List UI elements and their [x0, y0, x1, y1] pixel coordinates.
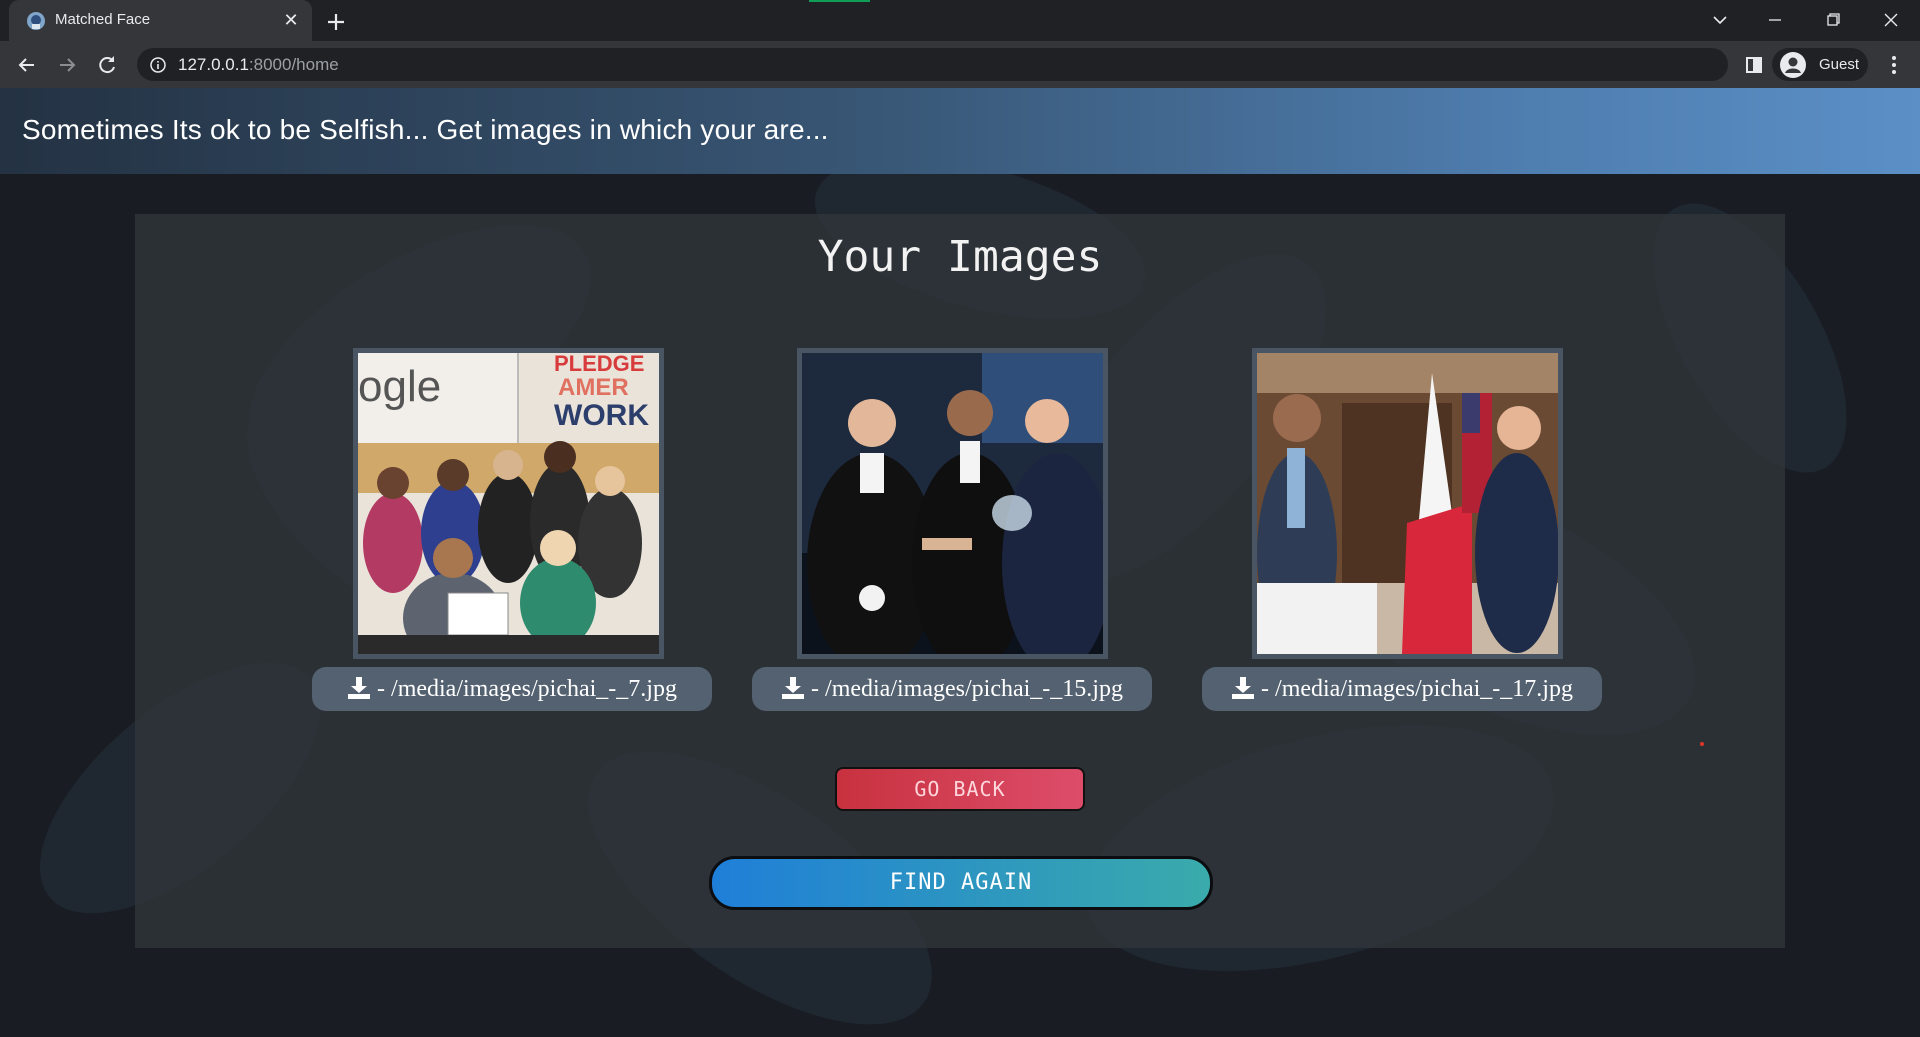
matched-photo[interactable] [797, 348, 1108, 659]
arrow-left-icon[interactable] [13, 51, 41, 79]
matched-photo[interactable] [1252, 348, 1563, 659]
site-header: Sometimes Its ok to be Selfish... Get im… [0, 88, 1920, 174]
stray-dot [1700, 742, 1704, 746]
browser-toolbar: 127.0.0.1:8000/home Guest [0, 41, 1920, 88]
photo-sign-line: AMER [558, 374, 629, 401]
go-back-button[interactable]: GO BACK [835, 767, 1085, 811]
arrow-right-icon[interactable] [53, 51, 81, 79]
browser-tabstrip: Matched Face ✕ [0, 0, 1920, 41]
matched-photo-image [802, 353, 1103, 654]
tab-title: Matched Face [55, 11, 151, 28]
profile-button[interactable]: Guest [1772, 48, 1868, 81]
minimize-icon[interactable] [1760, 7, 1790, 33]
menu-kebab-icon[interactable] [1880, 51, 1908, 79]
new-tab-icon[interactable] [322, 8, 350, 36]
avatar-icon [1780, 52, 1806, 78]
download-link[interactable]: - /media/images/pichai_-_7.jpg [312, 667, 712, 711]
matched-photo[interactable]: ogle PLEDGE AMER WORK [353, 348, 664, 659]
matched-photo-image [1257, 353, 1558, 654]
site-info-icon[interactable] [149, 56, 167, 74]
download-label: - /media/images/pichai_-_15.jpg [811, 676, 1123, 702]
images-panel: Your Images ogle PLEDGE AMER WORK - /med… [135, 214, 1785, 948]
download-label: - /media/images/pichai_-_17.jpg [1261, 676, 1573, 702]
tab-close-icon[interactable]: ✕ [279, 8, 303, 32]
page-title: Your Images [817, 232, 1103, 282]
url-text: 127.0.0.1:8000/home [178, 55, 339, 75]
download-link[interactable]: - /media/images/pichai_-_17.jpg [1202, 667, 1602, 711]
download-label: - /media/images/pichai_-_7.jpg [377, 676, 677, 702]
url-path: :8000/home [248, 55, 339, 74]
page-content: Sometimes Its ok to be Selfish... Get im… [0, 88, 1920, 1037]
find-again-button[interactable]: FIND AGAIN [709, 856, 1213, 910]
photo-sign-text: ogle [358, 362, 441, 411]
reload-icon[interactable] [93, 51, 121, 79]
address-bar[interactable]: 127.0.0.1:8000/home [137, 48, 1728, 81]
download-link[interactable]: - /media/images/pichai_-_15.jpg [752, 667, 1152, 711]
site-favicon-icon [27, 12, 45, 30]
header-tagline: Sometimes Its ok to be Selfish... Get im… [22, 114, 829, 145]
photo-sign-line: WORK [554, 399, 649, 432]
side-panel-icon[interactable] [1740, 51, 1768, 79]
matched-photo-image: ogle PLEDGE AMER WORK [358, 353, 659, 654]
url-host: 127.0.0.1 [178, 55, 249, 74]
tab-search-chevron-icon[interactable] [1705, 7, 1735, 33]
download-icon [1232, 677, 1255, 699]
browser-tab[interactable]: Matched Face ✕ [9, 0, 312, 41]
download-icon [782, 677, 805, 699]
restore-icon[interactable] [1818, 7, 1848, 33]
profile-label: Guest [1819, 56, 1860, 73]
download-icon [348, 677, 371, 699]
photo-sign-line: PLEDGE [554, 353, 644, 376]
tab-strip-accent [809, 0, 870, 2]
close-window-icon[interactable] [1876, 7, 1906, 33]
